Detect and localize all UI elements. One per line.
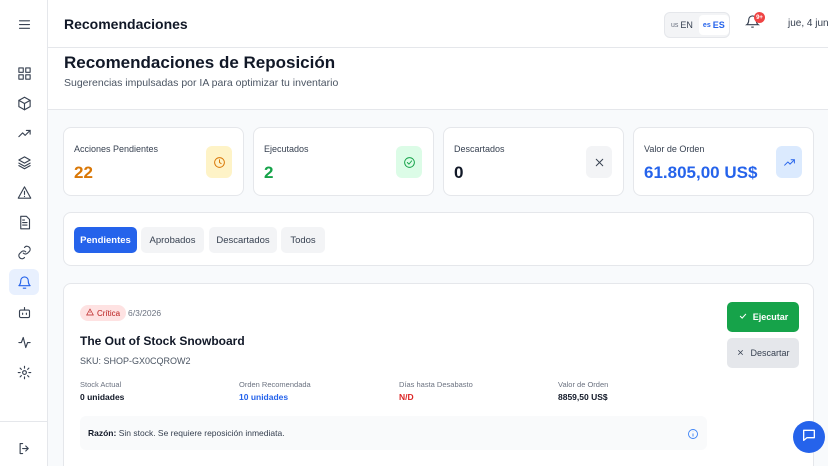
bot-icon[interactable] xyxy=(9,299,39,325)
stat-label: Valor de Orden xyxy=(644,144,705,154)
priority-badge: Crítica xyxy=(80,305,127,321)
stat-value: 61.805,00 US$ xyxy=(644,163,758,182)
reason-text: Razón: Sin stock. Se requiere reposición… xyxy=(88,428,285,438)
clock-icon xyxy=(206,146,232,178)
page-title: Recomendaciones de Reposición xyxy=(64,53,336,72)
reason-label: Razón: xyxy=(88,428,117,438)
stat-value: 22 xyxy=(74,163,93,182)
tab-all[interactable]: Todos xyxy=(281,227,325,253)
metric-value: 0 unidades xyxy=(80,392,125,402)
topbar-title: Recomendaciones xyxy=(64,16,188,32)
info-icon[interactable] xyxy=(687,427,699,439)
trending-up-icon xyxy=(776,146,802,178)
link-icon[interactable] xyxy=(9,239,39,265)
metric-label: Valor de Orden xyxy=(558,380,609,389)
sidebar xyxy=(0,0,48,466)
discard-button[interactable]: Descartar xyxy=(727,338,799,368)
stat-value: 2 xyxy=(264,163,274,182)
file-text-icon[interactable] xyxy=(9,209,39,235)
priority-label: Crítica xyxy=(97,308,121,318)
tab-approved[interactable]: Aprobados xyxy=(141,227,204,253)
check-icon xyxy=(738,311,748,323)
discard-label: Descartar xyxy=(750,348,790,358)
sidebar-divider xyxy=(0,421,48,422)
current-date: jue, 4 jun xyxy=(788,18,828,29)
stat-label: Descartados xyxy=(454,144,505,154)
close-icon xyxy=(736,348,745,359)
execute-button[interactable]: Ejecutar xyxy=(727,302,799,332)
metric-label: Stock Actual xyxy=(80,380,122,389)
menu-icon[interactable] xyxy=(9,11,39,37)
stat-card-order-value: Valor de Orden 61.805,00 US$ xyxy=(633,127,814,196)
recommendation-date: 6/3/2026 xyxy=(128,308,162,318)
lang-en-label: EN xyxy=(680,20,693,30)
stat-card-pending: Acciones Pendientes 22 xyxy=(63,127,244,196)
stat-card-discarded: Descartados 0 xyxy=(443,127,624,196)
alert-triangle-icon[interactable] xyxy=(9,179,39,205)
tab-discarded[interactable]: Descartados xyxy=(209,227,277,253)
layers-icon[interactable] xyxy=(9,149,39,175)
language-switcher: us EN es ES xyxy=(664,12,730,38)
x-icon xyxy=(586,146,612,178)
product-sku: SKU: SHOP-GX0CQROW2 xyxy=(80,356,191,366)
metric-days-to-stockout: Días hasta Desabasto N/D xyxy=(399,380,473,402)
logout-icon[interactable] xyxy=(9,435,39,461)
bell-icon[interactable] xyxy=(9,269,39,295)
product-name: The Out of Stock Snowboard xyxy=(80,334,245,348)
notification-badge: 9+ xyxy=(754,12,765,23)
settings-icon[interactable] xyxy=(9,359,39,385)
metric-order-value: Valor de Orden 8859,50 US$ xyxy=(558,380,608,402)
top-bar: Recomendaciones us EN es ES 9+ jue, 4 jun xyxy=(48,0,828,48)
dashboard-icon[interactable] xyxy=(9,60,39,86)
filter-tabs: Pendientes Aprobados Descartados Todos xyxy=(63,212,814,266)
lang-en-code: us xyxy=(671,21,679,29)
metric-value: 10 unidades xyxy=(239,392,289,402)
recommendation-card: Crítica 6/3/2026 The Out of Stock Snowbo… xyxy=(63,283,814,466)
execute-label: Ejecutar xyxy=(752,312,789,322)
chat-icon xyxy=(801,427,817,448)
page-header: Recomendaciones de Reposición Sugerencia… xyxy=(48,48,828,110)
check-circle-icon xyxy=(396,146,422,178)
lang-es-label: ES xyxy=(712,20,725,30)
metric-recommended-order: Orden Recomendada 10 unidades xyxy=(239,380,311,402)
metric-label: Días hasta Desabasto xyxy=(399,380,473,389)
chat-button[interactable] xyxy=(793,421,825,453)
notifications-button[interactable]: 9+ xyxy=(745,12,765,32)
stat-label: Acciones Pendientes xyxy=(74,144,159,154)
lang-es-code: es xyxy=(702,21,711,29)
box-icon[interactable] xyxy=(9,90,39,116)
stat-value: 0 xyxy=(454,163,464,182)
reason-box: Razón: Sin stock. Se requiere reposición… xyxy=(80,416,707,450)
alert-triangle-icon xyxy=(86,308,94,318)
activity-icon[interactable] xyxy=(9,329,39,355)
metric-value: N/D xyxy=(399,392,414,402)
reason-value: Sin stock. Se requiere reposición inmedi… xyxy=(118,428,285,438)
tab-pending[interactable]: Pendientes xyxy=(74,227,137,253)
trending-up-icon[interactable] xyxy=(9,120,39,146)
lang-en-button[interactable]: us EN xyxy=(667,15,697,35)
metric-value: 8859,50 US$ xyxy=(558,392,608,402)
metric-label: Orden Recomendada xyxy=(239,380,311,389)
lang-es-button[interactable]: es ES xyxy=(698,15,729,35)
stat-label: Ejecutados xyxy=(264,144,309,154)
metric-stock: Stock Actual 0 unidades xyxy=(80,380,124,402)
stat-card-executed: Ejecutados 2 xyxy=(253,127,434,196)
page-subtitle: Sugerencias impulsadas por IA para optim… xyxy=(64,77,339,89)
